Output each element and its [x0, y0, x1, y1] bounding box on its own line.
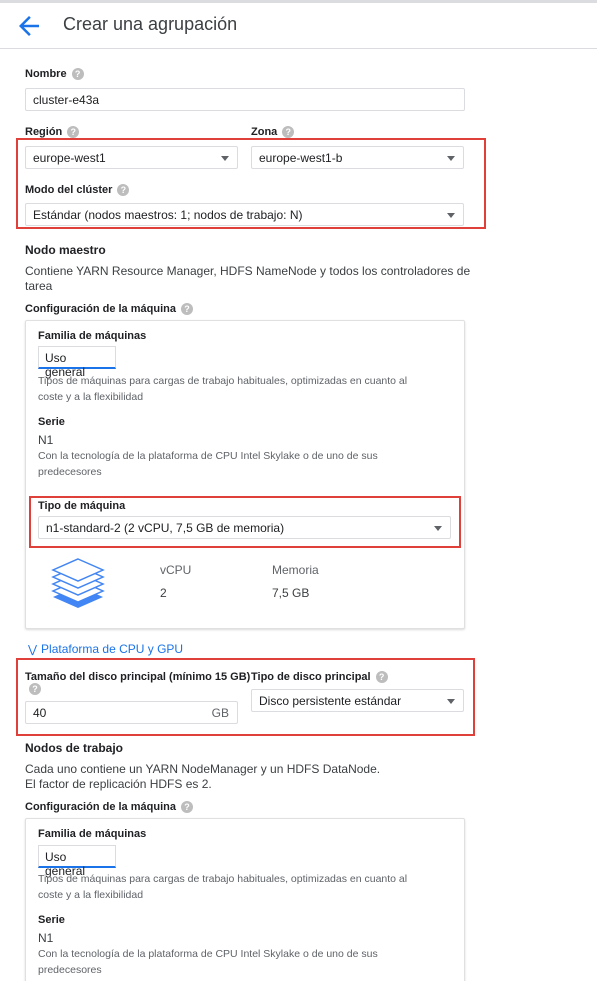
- master-series-description: Con la tecnología de la plataforma de CP…: [38, 448, 458, 480]
- caret-down-icon: [221, 156, 229, 161]
- master-description: Contiene YARN Resource Manager, HDFS Nam…: [25, 264, 485, 294]
- zone-select[interactable]: europe-west1-b: [251, 146, 464, 169]
- master-series-value: N1: [38, 433, 54, 447]
- help-icon[interactable]: ?: [375, 671, 388, 684]
- master-series-desc-1: Con la tecnología de la plataforma de CP…: [38, 450, 378, 462]
- workers-family-button[interactable]: Uso general: [38, 845, 116, 878]
- master-machine-type-select[interactable]: n1-standard-2 (2 vCPU, 7,5 GB de memoria…: [38, 516, 451, 539]
- master-family-button[interactable]: Uso general: [38, 346, 116, 379]
- zone-value: europe-west1-b: [259, 151, 343, 165]
- workers-family-desc-2: coste y a la flexibilidad: [38, 889, 144, 901]
- cluster-mode-label: Modo del clúster?: [25, 184, 130, 197]
- master-desc-line-1: Contiene YARN Resource Manager, HDFS Nam…: [25, 264, 471, 278]
- disk-type-select[interactable]: Disco persistente estándar: [251, 689, 464, 712]
- back-button[interactable]: [14, 11, 44, 41]
- memory-value: 7,5 GB: [272, 586, 310, 600]
- region-label: Región?: [25, 126, 80, 139]
- double-chevron-down-icon: ⋁: [28, 644, 38, 656]
- workers-machine-config-label: Configuración de la máquina?: [25, 801, 193, 814]
- workers-desc-line-1: Cada uno contiene un YARN NodeManager y …: [25, 762, 381, 776]
- help-icon[interactable]: ?: [117, 184, 130, 197]
- workers-family-desc-1: Tipos de máquinas para cargas de trabajo…: [38, 873, 408, 885]
- vcpu-value: 2: [160, 586, 167, 600]
- page-title: Crear una agrupación: [63, 14, 238, 34]
- disk-type-label: Tipo de disco principal?: [251, 671, 388, 684]
- cluster-mode-label-text: Modo del clúster: [25, 184, 113, 196]
- master-series-desc-2: predecesores: [38, 466, 102, 478]
- workers-series-label: Serie: [38, 914, 65, 926]
- master-family-description: Tipos de máquinas para cargas de trabajo…: [38, 373, 458, 405]
- caret-down-icon: [447, 699, 455, 704]
- page-header: Crear una agrupación: [0, 3, 597, 49]
- name-label: Nombre?: [25, 68, 84, 81]
- arrow-back-icon: [19, 16, 39, 36]
- master-family-desc-1: Tipos de máquinas para cargas de trabajo…: [38, 375, 408, 387]
- cpu-gpu-platform-link[interactable]: ⋁ Plataforma de CPU y GPU: [28, 642, 183, 656]
- name-label-text: Nombre: [25, 68, 67, 80]
- master-family-desc-2: coste y a la flexibilidad: [38, 391, 144, 403]
- master-machine-config-label: Configuración de la máquina?: [25, 303, 193, 316]
- vcpu-label: vCPU: [160, 563, 192, 577]
- memory-label: Memoria: [272, 563, 319, 577]
- disk-size-unit: GB: [211, 706, 229, 720]
- disk-type-value: Disco persistente estándar: [259, 694, 402, 708]
- workers-series-value: N1: [38, 931, 54, 945]
- caret-down-icon: [434, 526, 442, 531]
- disk-size-input[interactable]: 40 GB: [25, 701, 238, 724]
- workers-series-desc-1: Con la tecnología de la plataforma de CP…: [38, 948, 378, 960]
- workers-machine-config-text: Configuración de la máquina: [25, 801, 176, 813]
- cpu-gpu-link-text: Plataforma de CPU y GPU: [41, 642, 184, 656]
- help-icon[interactable]: ?: [67, 126, 80, 139]
- workers-heading: Nodos de trabajo: [25, 741, 124, 755]
- cluster-mode-value: Estándar (nodos maestros: 1; nodos de tr…: [33, 208, 303, 222]
- disk-size-label: Tamaño del disco principal (mínimo 15 GB…: [25, 671, 251, 683]
- workers-family-description: Tipos de máquinas para cargas de trabajo…: [38, 871, 458, 903]
- workers-description: Cada uno contiene un YARN NodeManager y …: [25, 762, 485, 792]
- name-input[interactable]: cluster-e43a: [25, 88, 465, 111]
- disk-type-label-text: Tipo de disco principal: [251, 671, 371, 683]
- workers-series-description: Con la tecnología de la plataforma de CP…: [38, 946, 458, 978]
- master-desc-line-2: tarea: [25, 279, 53, 293]
- disk-size-value: 40: [33, 706, 47, 720]
- caret-down-icon: [447, 213, 455, 218]
- help-icon[interactable]: ?: [282, 126, 295, 139]
- workers-series-desc-2: predecesores: [38, 964, 102, 976]
- cluster-mode-select[interactable]: Estándar (nodos maestros: 1; nodos de tr…: [25, 203, 464, 226]
- master-family-label: Familia de máquinas: [38, 330, 147, 342]
- zone-label-text: Zona: [251, 126, 278, 138]
- workers-desc-line-2: El factor de replicación HDFS es 2.: [25, 777, 212, 791]
- help-icon[interactable]: ?: [180, 303, 193, 316]
- region-value: europe-west1: [33, 151, 106, 165]
- stacked-layers-icon: [50, 556, 106, 612]
- master-machine-type-value: n1-standard-2 (2 vCPU, 7,5 GB de memoria…: [46, 521, 285, 535]
- master-heading: Nodo maestro: [25, 243, 106, 257]
- master-machine-type-label: Tipo de máquina: [38, 500, 126, 512]
- caret-down-icon: [447, 156, 455, 161]
- workers-family-label: Familia de máquinas: [38, 828, 147, 840]
- help-icon[interactable]: ?: [180, 801, 193, 814]
- master-series-label: Serie: [38, 416, 65, 428]
- region-label-text: Región: [25, 126, 63, 138]
- help-icon[interactable]: ?: [71, 68, 84, 81]
- zone-label: Zona?: [251, 126, 295, 139]
- master-machine-config-text: Configuración de la máquina: [25, 303, 176, 315]
- region-select[interactable]: europe-west1: [25, 146, 238, 169]
- help-icon[interactable]: ?: [29, 683, 41, 695]
